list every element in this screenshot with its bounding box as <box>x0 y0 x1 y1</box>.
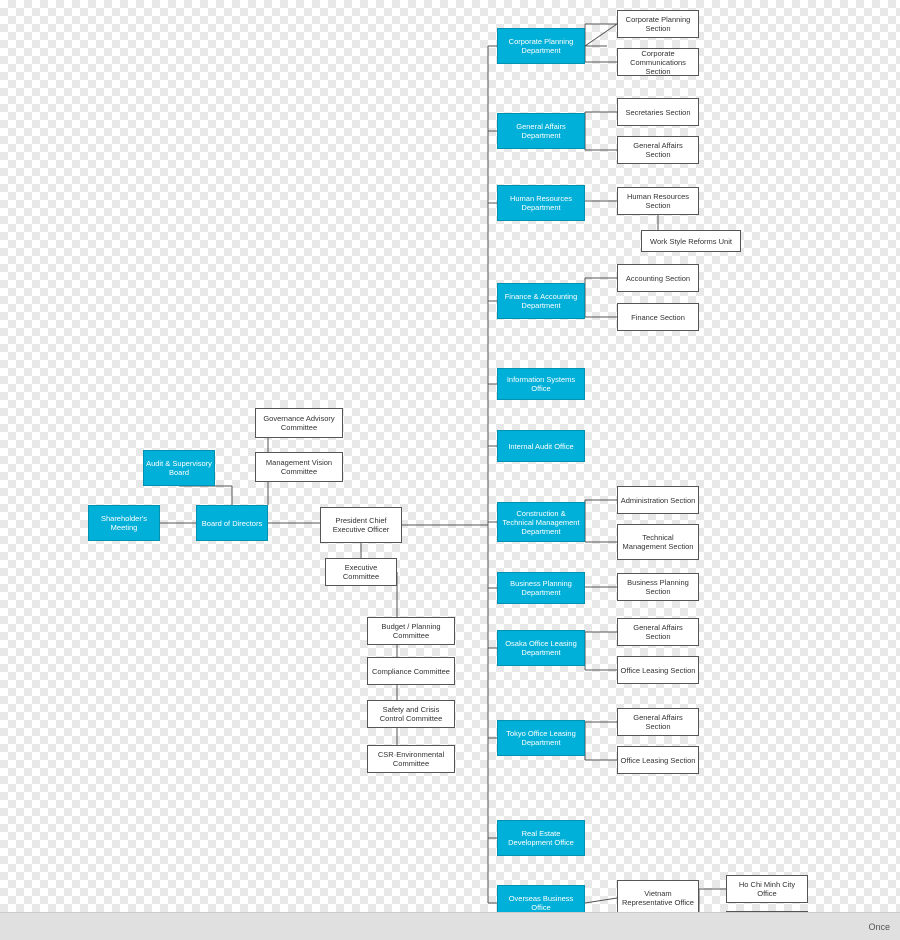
org-box-tokyo_leasing_sec: Office Leasing Section <box>617 746 699 774</box>
org-box-osaka_leasing: Osaka Office Leasing Department <box>497 630 585 666</box>
org-box-board: Board of Directors <box>196 505 268 541</box>
bottom-bar: Once <box>0 912 900 940</box>
org-box-biz_planning: Business Planning Department <box>497 572 585 604</box>
org-box-president: President Chief Executive Officer <box>320 507 402 543</box>
org-box-tokyo_leasing: Tokyo Office Leasing Department <box>497 720 585 756</box>
org-lines <box>0 0 900 940</box>
org-box-gen_affairs_sec: General Affairs Section <box>617 136 699 164</box>
org-box-tech_mgmt_sec: Technical Management Section <box>617 524 699 560</box>
org-box-construction: Construction & Technical Management Depa… <box>497 502 585 542</box>
org-box-hr_section: Human Resources Section <box>617 187 699 215</box>
org-box-safety: Safety and Crisis Control Committee <box>367 700 455 728</box>
org-box-vietnam_rep: Vietnam Representative Office <box>617 880 699 916</box>
org-box-compliance: Compliance Committee <box>367 657 455 685</box>
org-box-csr: CSR·Environmental Committee <box>367 745 455 773</box>
org-box-audit: Audit & Supervisory Board <box>143 450 215 486</box>
org-box-osaka_gen: General Affairs Section <box>617 618 699 646</box>
org-box-osaka_leasing_sec: Office Leasing Section <box>617 656 699 684</box>
org-box-hr_dept: Human Resources Department <box>497 185 585 221</box>
org-box-internal_audit: Internal Audit Office <box>497 430 585 462</box>
org-box-mgmtvision: Management Vision Committee <box>255 452 343 482</box>
org-box-corp_planning: Corporate Planning Department <box>497 28 585 64</box>
org-box-governance: Governance Advisory Committee <box>255 408 343 438</box>
org-box-realestate: Real Estate Development Office <box>497 820 585 856</box>
org-box-info_sys: Information Systems Office <box>497 368 585 400</box>
org-box-accounting_sec: Accounting Section <box>617 264 699 292</box>
org-box-biz_plan_sec: Business Planning Section <box>617 573 699 601</box>
bottom-label: Once <box>868 922 890 932</box>
org-box-admin_sec: Administration Section <box>617 486 699 514</box>
org-box-gen_affairs: General Affairs Department <box>497 113 585 149</box>
org-box-corp_plan_sec: Corporate Planning Section <box>617 10 699 38</box>
org-box-workstyle: Work Style Reforms Unit <box>641 230 741 252</box>
org-box-shareholders: Shareholder's Meeting <box>88 505 160 541</box>
org-box-sec_section: Secretaries Section <box>617 98 699 126</box>
org-box-hcm: Ho Chi Minh City Office <box>726 875 808 903</box>
org-box-finance_dept: Finance & Accounting Department <box>497 283 585 319</box>
org-box-finance_sec: Finance Section <box>617 303 699 331</box>
org-box-tokyo_gen: General Affairs Section <box>617 708 699 736</box>
org-box-budget: Budget / Planning Committee <box>367 617 455 645</box>
org-box-executive: Executive Committee <box>325 558 397 586</box>
org-chart: Shareholder's Meeting Board of Directors A… <box>0 0 900 940</box>
org-box-corp_comm_sec: Corporate Communications Section <box>617 48 699 76</box>
